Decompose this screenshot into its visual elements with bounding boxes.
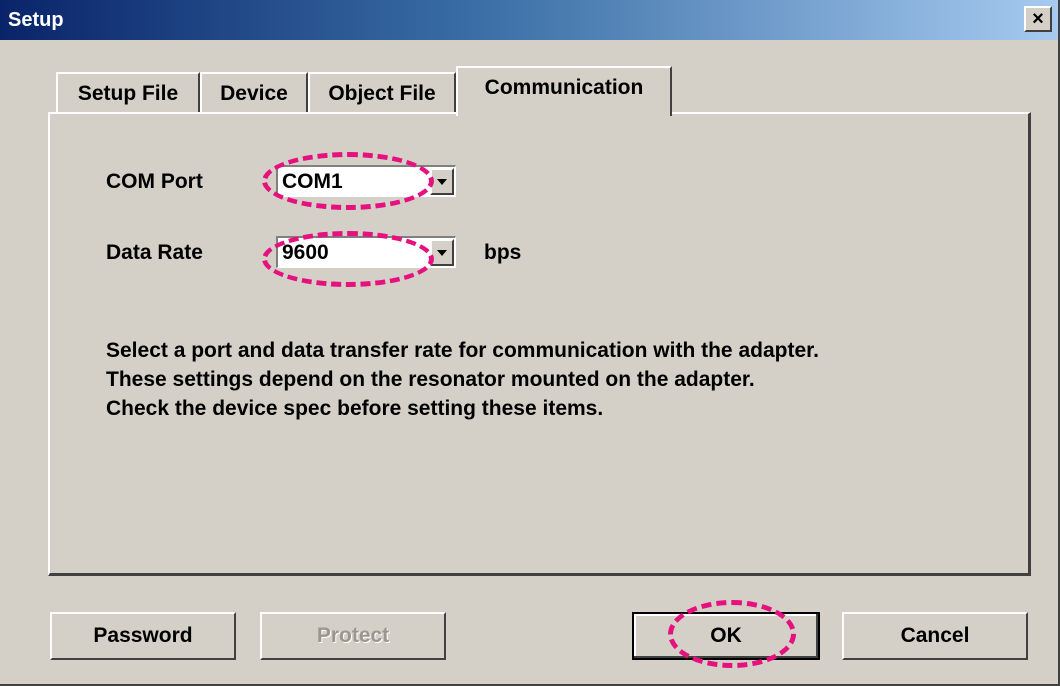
tab-object-file[interactable]: Object File bbox=[308, 72, 456, 114]
close-button[interactable]: × bbox=[1024, 6, 1052, 32]
window-title: Setup bbox=[8, 9, 64, 31]
ok-button-label: OK bbox=[710, 624, 742, 647]
cancel-button-label: Cancel bbox=[900, 624, 970, 647]
protect-button: Protect bbox=[260, 612, 446, 660]
cancel-button[interactable]: Cancel bbox=[842, 612, 1028, 660]
protect-button-label: Protect bbox=[316, 624, 390, 647]
tab-label: Device bbox=[220, 82, 288, 105]
close-icon: × bbox=[1032, 8, 1044, 30]
password-button-label: Password bbox=[93, 624, 193, 647]
tab-setup-file[interactable]: Setup File bbox=[56, 72, 200, 114]
tab-label: Object File bbox=[328, 82, 436, 105]
tab-label: Setup File bbox=[77, 82, 179, 105]
tab-panel-communication bbox=[48, 112, 1031, 576]
tab-device[interactable]: Device bbox=[200, 72, 308, 114]
tab-communication[interactable]: Communication bbox=[456, 66, 672, 116]
tab-label: Communication bbox=[484, 76, 644, 99]
setup-dialog: Setup × Setup File Device Object File Co… bbox=[0, 0, 1060, 686]
title-bar[interactable]: Setup × bbox=[0, 0, 1058, 40]
ok-button[interactable]: OK bbox=[632, 612, 820, 660]
password-button[interactable]: Password bbox=[50, 612, 236, 660]
